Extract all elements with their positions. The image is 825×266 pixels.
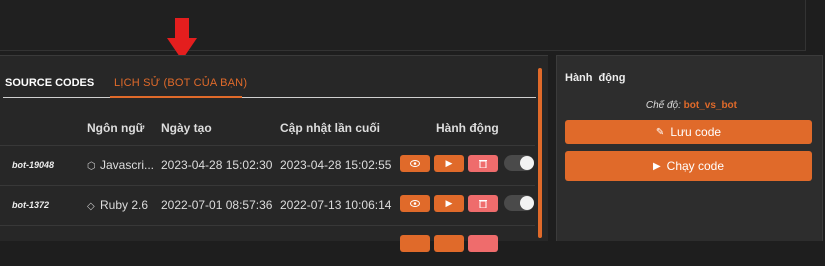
table-row: bot-19048 ⬡ Javascri... 2023-04-28 15:02:… <box>0 145 535 186</box>
view-button[interactable] <box>400 155 430 172</box>
eye-icon <box>410 160 420 167</box>
play-icon: ▶ <box>652 160 661 172</box>
language-cell: ⬡ Javascri... <box>87 158 154 172</box>
enable-toggle[interactable] <box>504 155 534 171</box>
created-date: 2022-07-01 08:57:36 <box>161 198 273 212</box>
tab-history[interactable]: LỊCH SỬ (BOT CỦA BẠN) <box>114 77 247 89</box>
play-icon: ▶ <box>445 158 453 168</box>
actions-panel: Hành động Chế độ: bot_vs_bot ✎ Lưu code … <box>556 55 823 241</box>
tab-bar: SOURCE CODES LỊCH SỬ (BOT CỦA BẠN) <box>0 56 540 98</box>
run-button[interactable]: ▶ <box>434 195 464 212</box>
run-button[interactable] <box>434 235 464 252</box>
header-actions: Hành động <box>436 121 499 135</box>
history-panel: SOURCE CODES LỊCH SỬ (BOT CỦA BẠN) Ngôn … <box>0 55 548 252</box>
language-label: Ruby 2.6 <box>100 198 149 212</box>
view-button[interactable] <box>400 235 430 252</box>
header-created: Ngày tạo <box>161 121 212 135</box>
updated-date: 2023-04-28 15:02:55 <box>280 158 392 172</box>
toggle-knob <box>520 196 534 210</box>
enable-toggle[interactable] <box>504 195 534 211</box>
run-button[interactable]: ▶ <box>434 155 464 172</box>
active-tab-indicator <box>110 96 242 98</box>
mode-label: Chế độ: <box>645 100 681 111</box>
table-row <box>0 225 535 266</box>
edit-icon: ✎ <box>655 126 665 138</box>
tab-source-codes[interactable]: SOURCE CODES <box>5 77 94 89</box>
updated-date: 2022-07-13 10:06:14 <box>280 198 392 212</box>
trash-icon <box>479 160 487 168</box>
mode-line: Chế độ: bot_vs_bot <box>557 100 737 111</box>
run-code-label: Chạy code <box>666 159 725 173</box>
save-code-button[interactable]: ✎ Lưu code <box>565 120 812 144</box>
play-icon: ▶ <box>445 198 453 208</box>
eye-icon <box>410 200 420 207</box>
language-label: Javascri... <box>100 158 155 172</box>
trash-icon <box>479 200 487 208</box>
ruby-gem-icon: ◇ <box>87 201 95 212</box>
delete-button[interactable] <box>468 235 498 252</box>
created-date: 2023-04-28 15:02:30 <box>161 158 273 172</box>
hexagon-node-icon: ⬡ <box>87 161 96 172</box>
table-row: bot-1372 ◇ Ruby 2.6 2022-07-01 08:57:36 2… <box>0 185 535 226</box>
language-cell: ◇ Ruby 2.6 <box>87 198 148 212</box>
mode-value: bot_vs_bot <box>683 100 737 111</box>
delete-button[interactable] <box>468 155 498 172</box>
delete-button[interactable] <box>468 195 498 212</box>
view-button[interactable] <box>400 195 430 212</box>
header-updated: Cập nhật lần cuối <box>280 121 381 135</box>
actions-title: Hành động <box>565 72 626 84</box>
save-code-label: Lưu code <box>670 125 722 139</box>
scrollbar[interactable] <box>538 68 542 238</box>
tab-divider <box>3 97 536 98</box>
toggle-knob <box>520 156 534 170</box>
top-panel <box>0 0 806 51</box>
header-language: Ngôn ngữ <box>87 121 145 135</box>
bot-name: bot-1372 <box>12 200 50 210</box>
run-code-button[interactable]: ▶ Chạy code <box>565 151 812 181</box>
bot-name: bot-19048 <box>12 160 55 170</box>
